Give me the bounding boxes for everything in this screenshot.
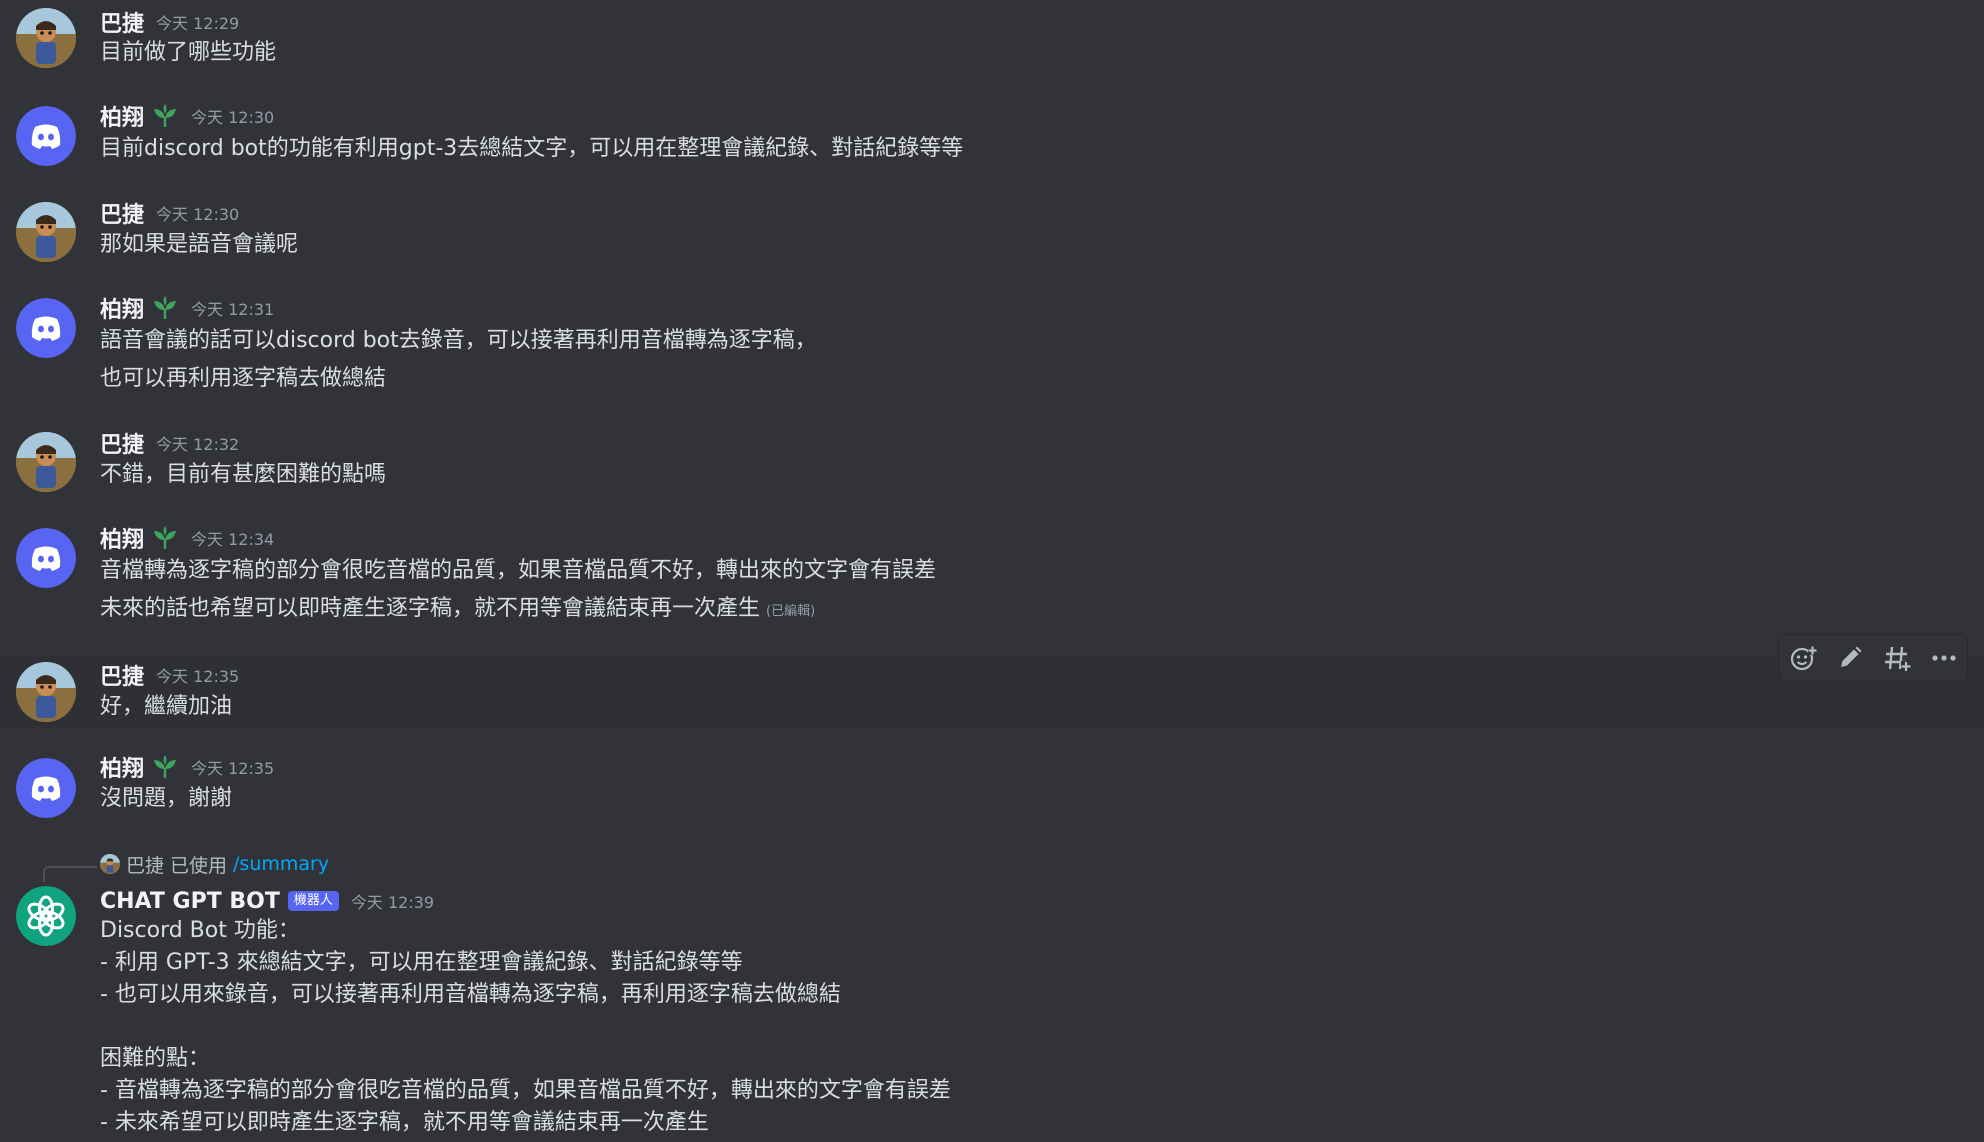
message-text: 目前discord bot的功能有利用gpt-3去總結文字，可以用在整理會議紀錄… xyxy=(100,136,964,161)
timestamp: 今天 12:30 xyxy=(156,205,240,224)
username[interactable]: 柏翔 xyxy=(100,522,144,554)
slash-command-link[interactable]: /summary xyxy=(233,853,329,875)
reply-username[interactable]: 巴捷 xyxy=(126,851,164,878)
message-text: 也可以再利用逐字稿去做總結 xyxy=(100,366,387,391)
message-text-line: 未來的話也希望可以即時產生逐字稿，就不用等會議結束再一次產生 (已編輯) xyxy=(100,594,815,627)
message-text: 音檔轉為逐字稿的部分會很吃音檔的品質，如果音檔品質不好，轉出來的文字會有誤差 xyxy=(100,558,937,583)
more-options-button[interactable] xyxy=(1924,638,1964,678)
timestamp: 今天 12:29 xyxy=(156,14,240,33)
message: 巴捷 今天 12:30 那如果是語音會議呢 xyxy=(0,192,1984,288)
message-text: 好，繼續加油 xyxy=(100,694,233,719)
message-text: 目前做了哪些功能 xyxy=(100,40,277,65)
avatar[interactable] xyxy=(16,758,76,818)
message: 柏翔 今天 12:30 目前discord bot的功能有利用gpt-3去總結文… xyxy=(0,96,1984,192)
bot-text-line: Discord Bot 功能： xyxy=(100,918,300,943)
bot-message: CHAT GPT BOT 機器人 今天 12:39 Discord Bot 功能… xyxy=(0,878,1984,1142)
bot-username[interactable]: CHAT GPT BOT xyxy=(100,889,280,914)
username[interactable]: 巴捷 xyxy=(100,6,144,38)
username[interactable]: 巴捷 xyxy=(100,659,144,691)
avatar[interactable] xyxy=(16,202,76,262)
bot-badge: 機器人 xyxy=(287,891,339,911)
create-thread-button[interactable] xyxy=(1877,638,1917,678)
username[interactable]: 柏翔 xyxy=(100,100,144,132)
command-reply-reference[interactable]: 巴捷 已使用 /summary xyxy=(100,850,329,878)
reply-used-label: 已使用 xyxy=(170,854,228,877)
bot-text-line: 困難的點： xyxy=(100,1046,211,1071)
add-reaction-button[interactable] xyxy=(1783,638,1823,678)
message: 巴捷 今天 12:29 目前做了哪些功能 xyxy=(0,0,1984,96)
avatar[interactable] xyxy=(16,8,76,68)
timestamp: 今天 12:31 xyxy=(191,300,275,319)
username[interactable]: 巴捷 xyxy=(100,427,144,459)
timestamp: 今天 12:32 xyxy=(156,435,240,454)
message-hovered[interactable]: 巴捷 今天 12:35 好，繼續加油 xyxy=(0,656,1984,728)
message-text: 語音會議的話可以discord bot去錄音，可以接著再利用音檔轉為逐字稿， xyxy=(100,328,817,353)
create-thread-icon xyxy=(1884,646,1911,671)
reply-avatar xyxy=(100,854,120,874)
message: 巴捷 今天 12:32 不錯，目前有甚麼困難的點嗎 xyxy=(0,422,1984,518)
more-options-icon xyxy=(1931,655,1956,661)
message-text: 那如果是語音會議呢 xyxy=(100,232,299,257)
chat-log: 巴捷 今天 12:29 目前做了哪些功能 柏翔 今天 12:30 目前disco… xyxy=(0,0,1984,1142)
bot-text-line: - 音檔轉為逐字稿的部分會很吃音檔的品質，如果音檔品質不好，轉出來的文字會有誤差 xyxy=(100,1078,951,1103)
bot-text-line: - 未來希望可以即時產生逐字稿，就不用等會議結束再一次產生 xyxy=(100,1110,709,1135)
username[interactable]: 巴捷 xyxy=(100,197,144,229)
bot-text-line: - 也可以用來錄音，可以接著再利用音檔轉為逐字稿，再利用逐字稿去做總結 xyxy=(100,982,841,1007)
avatar[interactable] xyxy=(16,432,76,492)
timestamp: 今天 12:34 xyxy=(191,530,275,549)
sprout-icon xyxy=(151,525,179,551)
username[interactable]: 柏翔 xyxy=(100,751,144,783)
add-reaction-icon xyxy=(1790,646,1817,671)
sprout-icon xyxy=(151,103,179,129)
message-text: 未來的話也希望可以即時產生逐字稿，就不用等會議結束再一次產生 xyxy=(100,596,761,621)
bot-text-line: - 利用 GPT-3 來總結文字，可以用在整理會議紀錄、對話紀錄等等 xyxy=(100,950,743,975)
avatar[interactable] xyxy=(16,298,76,358)
avatar[interactable] xyxy=(16,662,76,722)
timestamp: 今天 12:30 xyxy=(191,108,275,127)
edited-label: (已編輯) xyxy=(766,604,816,619)
avatar[interactable] xyxy=(16,528,76,588)
message: 柏翔 今天 12:35 沒問題，謝謝 xyxy=(0,728,1984,828)
sprout-icon xyxy=(151,754,179,780)
message-toolbar xyxy=(1778,634,1968,682)
avatar[interactable] xyxy=(16,106,76,166)
edit-button[interactable] xyxy=(1830,638,1870,678)
timestamp: 今天 12:39 xyxy=(350,893,435,912)
username[interactable]: 柏翔 xyxy=(100,292,144,324)
chatgpt-bot-avatar[interactable] xyxy=(16,886,76,946)
message-text: 不錯，目前有甚麼困難的點嗎 xyxy=(100,462,387,487)
sprout-icon xyxy=(151,295,179,321)
message: 柏翔 今天 12:34 音檔轉為逐字稿的部分會很吃音檔的品質，如果音檔品質不好，… xyxy=(0,518,1984,656)
edit-icon xyxy=(1840,646,1861,667)
timestamp: 今天 12:35 xyxy=(191,759,275,778)
message-text: 沒問題，謝謝 xyxy=(100,786,233,811)
timestamp: 今天 12:35 xyxy=(156,667,240,686)
message: 柏翔 今天 12:31 語音會議的話可以discord bot去錄音，可以接著再… xyxy=(0,288,1984,422)
